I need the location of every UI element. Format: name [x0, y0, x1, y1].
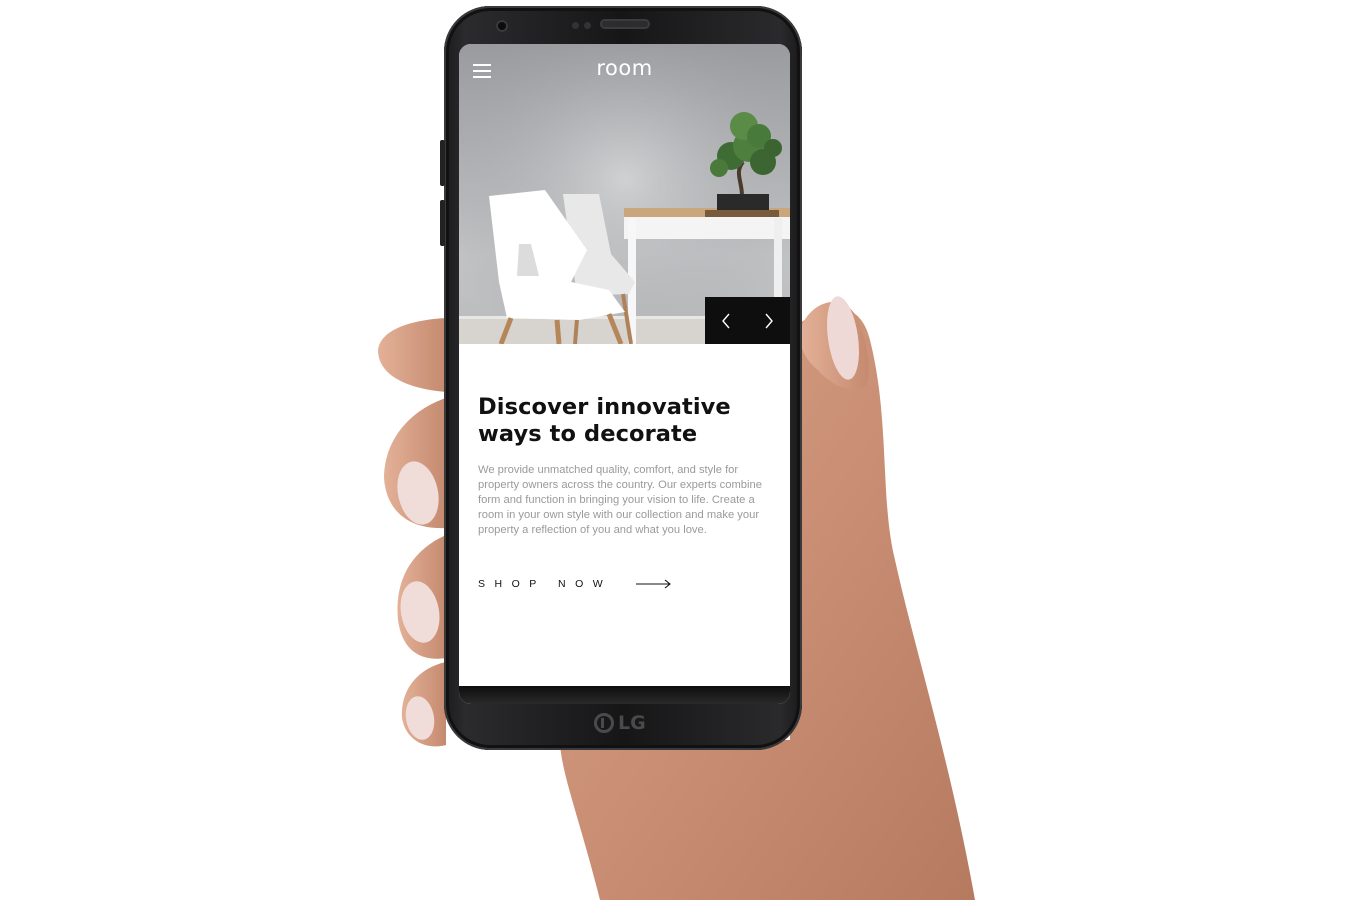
slider-prev-button[interactable] — [705, 297, 748, 344]
volume-up-button — [440, 140, 445, 186]
device-brand-text: LG — [618, 712, 646, 734]
phone-frame: room Discover innovative ways to decorat… — [440, 6, 802, 750]
headline-line-2: ways to decorate — [478, 421, 698, 447]
hero-image: room — [459, 44, 790, 344]
phone-screen: room Discover innovative ways to decorat… — [459, 44, 790, 704]
page-headline: Discover innovative ways to decorate — [478, 394, 783, 448]
brand-logo-text[interactable]: room — [459, 56, 790, 80]
volume-down-button — [440, 200, 445, 246]
proximity-sensor — [572, 22, 579, 29]
front-camera-icon — [496, 20, 508, 32]
chevron-right-icon — [765, 313, 773, 328]
lg-logo-icon — [594, 713, 614, 733]
headline-line-1: Discover innovative — [478, 394, 731, 420]
device-brand-logo: LG — [594, 712, 646, 734]
slider-navigation — [705, 297, 790, 344]
intro-paragraph: We provide unmatched quality, comfort, a… — [478, 464, 762, 537]
earpiece-speaker — [600, 19, 650, 29]
chevron-left-icon — [722, 313, 730, 328]
shop-now-label: SHOP NOW — [478, 578, 613, 590]
light-sensor — [584, 22, 591, 29]
next-section-peek — [459, 686, 790, 704]
long-arrow-right-icon — [636, 579, 672, 589]
mockup-stage: room Discover innovative ways to decorat… — [0, 0, 1350, 900]
slider-next-button[interactable] — [748, 297, 791, 344]
shop-now-link[interactable]: SHOP NOW — [478, 578, 672, 590]
intro-section: Discover innovative ways to decorate We … — [478, 394, 783, 538]
